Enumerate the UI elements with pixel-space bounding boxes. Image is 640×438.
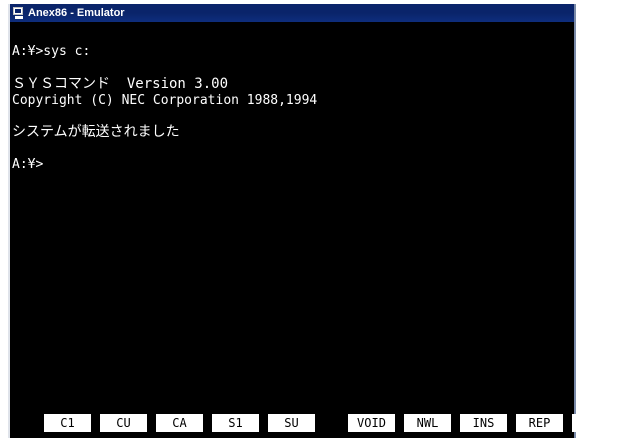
desktop-background bbox=[0, 0, 8, 438]
title-bar[interactable]: Anex86 - Emulator bbox=[10, 4, 574, 22]
fkey-cu[interactable]: CU bbox=[100, 414, 147, 432]
terminal-screen[interactable]: A:¥>sys c: ＳＹＳコマンド Version 3.00 Copyrigh… bbox=[12, 30, 572, 410]
fkey-c1[interactable]: C1 bbox=[44, 414, 91, 432]
fkey-ca[interactable]: CA bbox=[156, 414, 203, 432]
terminal-line-sys-version: ＳＹＳコマンド Version 3.00 bbox=[12, 76, 229, 92]
fkey-nwl[interactable]: NWL bbox=[404, 414, 451, 432]
fkey-rep[interactable]: REP bbox=[516, 414, 563, 432]
emulator-window: Anex86 - Emulator A:¥>sys c: ＳＹＳコマンド Ver… bbox=[8, 4, 576, 438]
terminal-line-prompt: A:¥> bbox=[12, 157, 44, 172]
window-title: Anex86 - Emulator bbox=[28, 7, 125, 19]
fkey-s1[interactable]: S1 bbox=[212, 414, 259, 432]
fkey-su[interactable]: SU bbox=[268, 414, 315, 432]
terminal-line-command: A:¥>sys c: bbox=[12, 44, 91, 59]
fkey-void[interactable]: VOID bbox=[348, 414, 395, 432]
function-key-bar: C1 CU CA S1 SU VOID NWL INS REP bbox=[10, 410, 576, 438]
fkey-ins[interactable]: INS bbox=[460, 414, 507, 432]
desktop-background-right bbox=[576, 0, 640, 438]
computer-icon[interactable] bbox=[13, 7, 25, 19]
terminal-line-transfer-message: システムが転送されました bbox=[12, 124, 180, 140]
fkey-partial[interactable] bbox=[572, 414, 576, 432]
terminal-line-copyright: Copyright (C) NEC Corporation 1988,1994 bbox=[12, 93, 318, 108]
